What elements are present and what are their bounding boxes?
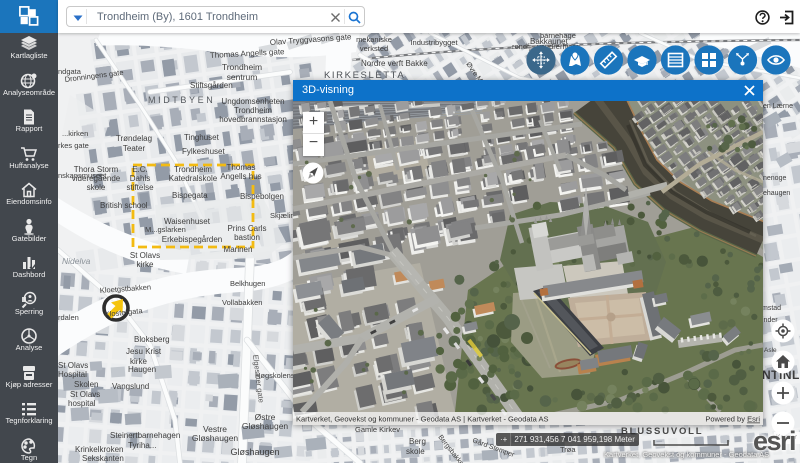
svg-text:en Lærne: en Lærne — [763, 103, 793, 110]
svg-text:Thora Storm: Thora Storm — [74, 165, 119, 174]
svg-text:Berg: Berg — [409, 437, 426, 446]
svg-text:Haugen: Haugen — [128, 365, 156, 374]
svg-text:Teater: Teater — [123, 144, 146, 153]
svg-text:hospital: hospital — [68, 399, 96, 408]
svg-text:Katedralskole: Katedralskole — [169, 174, 218, 183]
svg-text:St Olavs: St Olavs — [58, 361, 88, 370]
svg-text:Vollabakken: Vollabakken — [222, 298, 262, 307]
svg-text:Gløshaugen: Gløshaugen — [242, 421, 289, 431]
svg-text:British school: British school — [100, 201, 148, 210]
svg-text:Hospital: Hospital — [58, 370, 87, 379]
svg-text:Nordre verft Bakke: Nordre verft Bakke — [361, 59, 428, 68]
svg-text:Belkhugen: Belkhugen — [230, 279, 265, 288]
svg-text:Jesu Krist: Jesu Krist — [126, 347, 162, 356]
svg-text:skole: skole — [87, 183, 106, 192]
svg-text:stiftelse: stiftelse — [126, 183, 154, 192]
svg-text:Skolen: Skolen — [74, 380, 98, 389]
svg-text:videregående: videregående — [72, 174, 121, 183]
svg-text:bastion: bastion — [234, 233, 260, 242]
svg-text:St Olavs: St Olavs — [130, 251, 160, 260]
svg-text:Gløshaugen: Gløshaugen — [192, 433, 239, 443]
svg-text:Trøa: Trøa — [560, 445, 576, 454]
svg-text:Sekskanten: Sekskanten — [82, 454, 124, 463]
svg-text:nenoge: nenoge — [763, 175, 786, 182]
svg-text:Industribygget: Industribygget — [410, 38, 458, 47]
svg-text:skole: skole — [406, 447, 425, 456]
svg-text:Fylkeshuset: Fylkeshuset — [182, 147, 225, 156]
svg-text:Bispebolgen: Bispebolgen — [240, 192, 284, 201]
svg-text:Gamle Kirkev: Gamle Kirkev — [355, 425, 400, 434]
svg-text:Stiftsgården: Stiftsgården — [190, 81, 233, 90]
svg-text:Steinertbarnehagen: Steinertbarnehagen — [110, 431, 180, 440]
svg-text:Trondheim: Trondheim — [174, 165, 212, 174]
svg-text:hovedbrannstasjon: hovedbrannstasjon — [219, 115, 287, 124]
svg-text:Thomas: Thomas — [227, 163, 256, 172]
svg-text:Ungdomsenheten: Ungdomsenheten — [221, 97, 284, 106]
svg-text:kirke: kirke — [137, 260, 154, 269]
svg-text:Trondheim: Trondheim — [222, 62, 262, 72]
svg-text:ndgata: ndgata — [58, 67, 82, 76]
svg-text:Bloksberg: Bloksberg — [134, 335, 170, 344]
svg-text:Powered by Esri: Powered by Esri — [705, 415, 760, 424]
svg-text:MIDTBYEN: MIDTBYEN — [148, 95, 215, 105]
svg-text:ehaugen: ehaugen — [763, 190, 790, 197]
svg-text:Vangslund: Vangslund — [112, 382, 149, 391]
svg-text:Kartverket, Geovekst og kommun: Kartverket, Geovekst og kommuner - Geoda… — [296, 415, 548, 424]
svg-text:Tinghuset: Tinghuset — [184, 133, 220, 142]
svg-text:mstad: mstad — [762, 305, 781, 312]
svg-text:Trondheim: Trondheim — [234, 106, 272, 115]
svg-text:Prins Carls: Prins Carls — [227, 224, 266, 233]
svg-text:Tyriha...: Tyriha... — [128, 441, 156, 450]
svg-text:Erkebispegården: Erkebispegården — [162, 235, 222, 244]
svg-text:Angells hus: Angells hus — [220, 172, 261, 181]
svg-text:M...gslarken: M...gslarken — [145, 225, 186, 234]
svg-text:Gløshaugen: Gløshaugen — [230, 447, 279, 457]
svg-text:Trøndelag: Trøndelag — [116, 134, 152, 143]
svg-text:rkes gate: rkes gate — [58, 141, 89, 150]
svg-text:St Olavs: St Olavs — [70, 390, 100, 399]
svg-text:...kirken: ...kirken — [62, 129, 88, 138]
svg-text:rdalen: rdalen — [58, 313, 79, 322]
svg-text:Marinen: Marinen — [224, 245, 253, 254]
svg-text:Nidelva: Nidelva — [62, 256, 91, 266]
svg-text:Dahls: Dahls — [130, 174, 150, 183]
svg-text:Krinkelkroken: Krinkelkroken — [75, 445, 123, 454]
svg-text:mekaniske: mekaniske — [356, 35, 392, 44]
svg-text:verksted: verksted — [360, 44, 388, 53]
svg-text:E.C.: E.C. — [132, 165, 148, 174]
svg-text:Bispegata: Bispegata — [172, 191, 208, 200]
